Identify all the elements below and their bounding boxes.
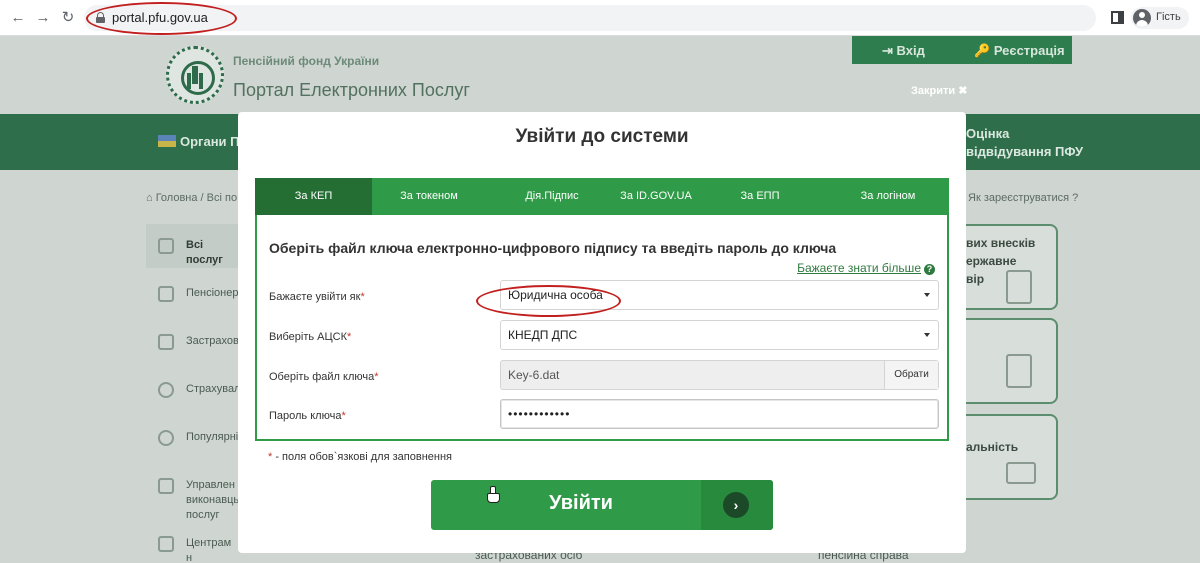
back-icon[interactable]: ←	[8, 8, 28, 28]
card-icon	[158, 286, 174, 302]
keyfile-label: Оберіть файл ключа*	[269, 371, 379, 383]
learn-more-link[interactable]: Бажаєте знати більше?	[797, 261, 935, 275]
register-hint-link[interactable]: Як зареєструватися ?	[968, 192, 1078, 204]
sidebar-item-managers[interactable]: Управлен виконавць послуг	[146, 464, 239, 521]
close-modal-link[interactable]: Закрити ✖	[911, 84, 967, 97]
forward-icon[interactable]: →	[33, 8, 53, 28]
kep-login-panel: Оберіть файл ключа електронно-цифрового …	[255, 215, 949, 441]
site-header: Пенсійний фонд України Портал Електронни…	[0, 36, 1200, 114]
pfu-logo-icon	[166, 46, 224, 104]
tab-diia-signature[interactable]: Дія.Підпис	[495, 178, 609, 215]
sidebar-item-all[interactable]: Всі послуг	[146, 224, 238, 268]
tab-kep[interactable]: За КЕП	[255, 178, 372, 215]
login-method-tabs: За КЕП За токеном Дія.Підпис За ID.GOV.U…	[255, 178, 949, 215]
service-card-contributions[interactable]: вих внесків ержавне вір	[966, 224, 1058, 310]
tab-login[interactable]: За логіном	[827, 178, 949, 215]
header-login-link[interactable]: ⇥ Вхід	[882, 43, 925, 59]
side-panel-icon[interactable]	[1111, 11, 1124, 24]
reload-icon[interactable]: ↻	[58, 8, 78, 28]
auth-bar: ⇥ Вхід 🔑 Реєстрація	[852, 36, 1072, 64]
role-highlight-annotation	[476, 285, 621, 317]
service-card-3[interactable]: альність	[966, 414, 1058, 500]
chevron-down-icon	[924, 333, 930, 337]
nav-organs[interactable]: Органи П	[158, 134, 240, 149]
login-button[interactable]: Увійти ›	[431, 480, 773, 530]
tab-token[interactable]: За токеном	[372, 178, 486, 215]
building-icon	[158, 536, 174, 552]
role-label: Бажаєте увійти як*	[269, 291, 365, 303]
target-icon	[158, 430, 174, 446]
avatar-icon	[1133, 9, 1151, 27]
org-name: Пенсійний фонд України	[233, 54, 380, 68]
tab-id-gov-ua[interactable]: За ID.GOV.UA	[599, 178, 713, 215]
sidebar-item-pensioner[interactable]: Пенсіонер	[146, 272, 238, 316]
login-button-label: Увійти	[549, 492, 613, 514]
info-circle-icon	[158, 382, 174, 398]
nav-rate-visit[interactable]: Оцінка відвідування ПФУ	[966, 125, 1083, 161]
sidebar-item-insurer[interactable]: Страхувал	[146, 368, 240, 412]
breadcrumb[interactable]: ⌂ Головна / Всі по	[146, 192, 237, 204]
password-input[interactable]: ••••••••••••	[500, 399, 939, 429]
required-fields-note: * - поля обов`язкові для заповнення	[268, 451, 452, 463]
question-icon: ?	[924, 264, 935, 275]
hand-cursor-icon	[487, 486, 500, 503]
keyfile-input[interactable]: Key-6.dat Обрати	[500, 360, 939, 390]
sidebar-item-popular[interactable]: Популярні	[146, 416, 238, 460]
sidebar-item-insured[interactable]: Застрахов	[146, 320, 239, 364]
header-register-link[interactable]: 🔑 Реєстрація	[974, 43, 1065, 59]
envelope-icon	[1006, 462, 1036, 484]
arrow-right-icon: ›	[723, 492, 749, 518]
profile-label: Гість	[1156, 11, 1181, 23]
modal-title: Увійти до системи	[515, 126, 689, 147]
profile-button[interactable]: Гість	[1131, 7, 1189, 29]
document-icon	[158, 334, 174, 350]
portal-name: Портал Електронних Послуг	[233, 80, 470, 100]
sidebar-item-centers[interactable]: Центрам н	[146, 522, 238, 563]
service-card-2[interactable]	[966, 318, 1058, 404]
acsk-label: Виберіть АЦСК*	[269, 331, 352, 343]
panel-heading: Оберіть файл ключа електронно-цифрового …	[269, 240, 837, 256]
ukraine-flag-icon	[158, 135, 176, 147]
document-check-icon	[1006, 354, 1032, 388]
browser-toolbar: ← → ↻ portal.pfu.gov.ua Гість	[0, 0, 1200, 36]
tab-epp[interactable]: За ЕПП	[703, 178, 817, 215]
grid-icon	[158, 238, 174, 254]
acsk-select[interactable]: КНЕДП ДПС	[500, 320, 939, 350]
login-modal: Увійти до системи За КЕП За токеном Дія.…	[238, 112, 966, 553]
building-icon	[158, 478, 174, 494]
password-label: Пароль ключа*	[269, 410, 346, 422]
document-check-icon	[1006, 270, 1032, 304]
login-arrow-box: ›	[701, 480, 773, 530]
chevron-down-icon	[924, 293, 930, 297]
browse-button[interactable]: Обрати	[884, 361, 938, 389]
url-highlight-annotation	[86, 2, 237, 35]
